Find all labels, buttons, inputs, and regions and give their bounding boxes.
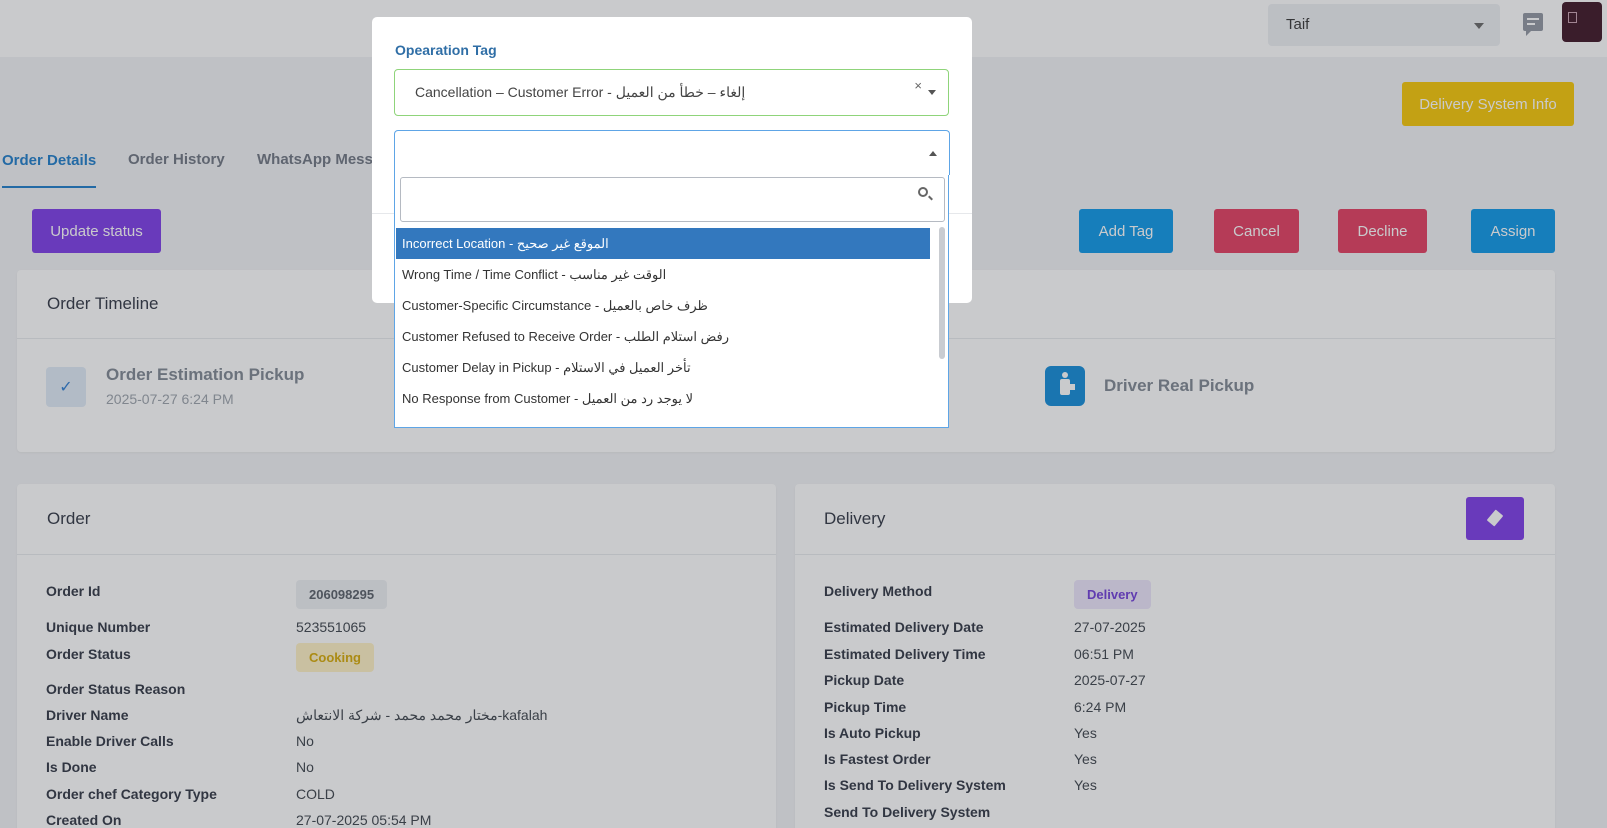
operation-tag-label: Opearation Tag <box>395 42 497 58</box>
chevron-down-icon <box>928 90 936 95</box>
operation-tag-select[interactable]: Cancellation – Customer Error - إلغاء – … <box>394 69 949 116</box>
clear-icon[interactable]: × <box>914 78 922 93</box>
search-icon <box>918 187 928 197</box>
dropdown-option[interactable]: Customer Refused to Receive Order - رفض … <box>396 321 930 352</box>
dropdown-option[interactable]: Customer-Specific Circumstance - ظرف خاص… <box>396 290 930 321</box>
chevron-up-icon <box>929 151 937 156</box>
operation-tag-value: Cancellation – Customer Error - إلغاء – … <box>415 84 746 100</box>
tag-reason-select[interactable] <box>394 130 950 175</box>
dropdown-option[interactable]: Customer Delay in Pickup - تأخر العميل ف… <box>396 352 930 383</box>
tag-reason-dropdown: Incorrect Location - الموقع غير صحيح Wro… <box>394 175 949 428</box>
dropdown-search-input[interactable] <box>400 177 945 222</box>
dropdown-scrollbar[interactable] <box>939 227 945 359</box>
dropdown-option[interactable]: No Response from Customer - لا يوجد رد م… <box>396 383 930 414</box>
dropdown-option[interactable]: Incorrect Location - الموقع غير صحيح <box>396 228 930 259</box>
dropdown-option[interactable]: Wrong Time / Time Conflict - الوقت غير م… <box>396 259 930 290</box>
